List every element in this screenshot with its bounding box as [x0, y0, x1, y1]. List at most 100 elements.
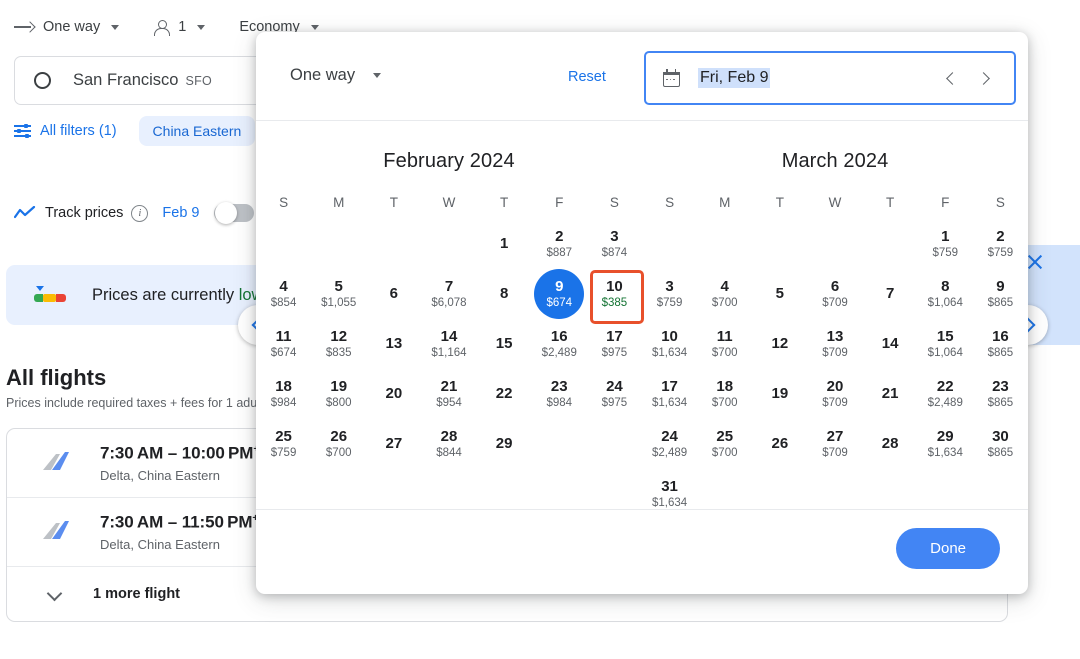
day-cell[interactable]: 22 $2,489: [918, 369, 973, 419]
day-cell[interactable]: 12: [752, 319, 807, 369]
day-cell[interactable]: 26 $700: [311, 419, 366, 469]
track-prices-toggle[interactable]: [213, 202, 254, 224]
day-cell[interactable]: 13: [366, 319, 421, 369]
weekday-header: SMTWTFS: [642, 195, 1028, 210]
day-cell[interactable]: 1: [477, 219, 532, 269]
day-number: 22: [495, 385, 513, 403]
day-cell[interactable]: 20: [366, 369, 421, 419]
weekday-label: T: [886, 195, 895, 210]
day-price: $1,634: [927, 446, 963, 459]
day-cell[interactable]: 15: [477, 319, 532, 369]
origin-circle-icon: [34, 72, 51, 89]
close-icon[interactable]: [1026, 253, 1044, 271]
day-number: 20: [826, 377, 844, 395]
day-cell[interactable]: 5 $1,055: [311, 269, 366, 319]
day-cell[interactable]: 2 $887: [532, 219, 587, 269]
day-number: 28: [440, 427, 458, 445]
calendar-month-march: March 2024 SMTWTFS 1 $759 2 $759 3 $759 4 $700 5…: [642, 120, 1028, 519]
day-cell[interactable]: 27 $709: [807, 419, 862, 469]
next-day-button[interactable]: [968, 61, 1002, 95]
day-cell[interactable]: 29 $1,634: [918, 419, 973, 469]
track-prices-date: Feb 9: [162, 205, 200, 221]
day-cell[interactable]: 11 $674: [256, 319, 311, 369]
trip-type-selector[interactable]: One way: [14, 19, 120, 35]
day-cell[interactable]: 14: [863, 319, 918, 369]
dialog-trip-type-selector[interactable]: One way: [290, 66, 382, 85]
day-cell[interactable]: 7: [863, 269, 918, 319]
day-cell[interactable]: 20 $709: [807, 369, 862, 419]
passenger-selector[interactable]: 1: [153, 19, 206, 36]
day-cell[interactable]: 18 $700: [697, 369, 752, 419]
day-number: 19: [771, 385, 789, 403]
price-gauge-icon: [34, 286, 68, 303]
day-price: $865: [987, 446, 1014, 459]
day-cell[interactable]: 14 $1,164: [421, 319, 476, 369]
day-number: 20: [385, 385, 403, 403]
day-number: 8: [941, 277, 950, 295]
day-cell[interactable]: 6: [366, 269, 421, 319]
chevron-down-icon: [373, 73, 382, 78]
day-cell[interactable]: 11 $700: [697, 319, 752, 369]
day-cell-selected[interactable]: 9 $674: [532, 269, 587, 319]
day-cell[interactable]: 17 $1,634: [642, 369, 697, 419]
day-cell[interactable]: 30 $865: [973, 419, 1028, 469]
day-number: 27: [826, 427, 844, 445]
day-cell[interactable]: 4 $700: [697, 269, 752, 319]
day-cell[interactable]: 17 $975: [587, 319, 642, 369]
day-cell[interactable]: 23 $984: [532, 369, 587, 419]
day-cell[interactable]: 19: [752, 369, 807, 419]
day-cell[interactable]: 3 $874: [587, 219, 642, 269]
day-cell[interactable]: 15 $1,064: [918, 319, 973, 369]
day-price: $2,489: [541, 346, 577, 359]
day-cell[interactable]: 3 $759: [642, 269, 697, 319]
day-number: 17: [606, 327, 623, 345]
done-button[interactable]: Done: [896, 528, 1000, 569]
day-cell[interactable]: 8: [477, 269, 532, 319]
reset-button[interactable]: Reset: [568, 69, 606, 85]
day-cell[interactable]: 7 $6,078: [421, 269, 476, 319]
day-cell[interactable]: 22: [477, 369, 532, 419]
day-number: 4: [720, 277, 729, 295]
one-way-arrow-icon: [14, 20, 36, 34]
weekday-label: S: [609, 195, 619, 210]
day-cell[interactable]: 21 $954: [421, 369, 476, 419]
day-cell[interactable]: 29: [477, 419, 532, 469]
day-cell[interactable]: 5: [752, 269, 807, 319]
day-cell[interactable]: 18 $984: [256, 369, 311, 419]
day-price: $887: [546, 246, 573, 259]
day-cell[interactable]: 23 $865: [973, 369, 1028, 419]
day-number: 16: [992, 327, 1009, 345]
filter-chip-airline[interactable]: China Eastern: [138, 116, 256, 146]
day-cell[interactable]: 16 $2,489: [532, 319, 587, 369]
day-cell[interactable]: 25 $759: [256, 419, 311, 469]
day-cell[interactable]: 25 $700: [697, 419, 752, 469]
date-picker-footer: Done: [256, 509, 1028, 594]
day-cell[interactable]: 10 $1,634: [642, 319, 697, 369]
day-cell[interactable]: 13 $709: [807, 319, 862, 369]
day-cell[interactable]: 16 $865: [973, 319, 1028, 369]
day-number: 10: [606, 277, 623, 295]
day-cell[interactable]: 26: [752, 419, 807, 469]
day-cell-highlighted[interactable]: 10 $385: [587, 269, 645, 324]
day-cell[interactable]: 27: [366, 419, 421, 469]
day-cell[interactable]: 1 $759: [918, 219, 973, 269]
day-cell[interactable]: 6 $709: [807, 269, 862, 319]
day-cell[interactable]: 24 $2,489: [642, 419, 697, 469]
all-filters-button[interactable]: All filters (1): [14, 123, 117, 139]
day-cell[interactable]: 24 $975: [587, 369, 642, 419]
chevron-down-icon: [111, 24, 120, 30]
day-cell[interactable]: 19 $800: [311, 369, 366, 419]
day-cell[interactable]: 21: [863, 369, 918, 419]
day-cell[interactable]: 28 $844: [421, 419, 476, 469]
day-cell[interactable]: 12 $835: [311, 319, 366, 369]
info-icon[interactable]: i: [131, 204, 149, 222]
day-cell[interactable]: 8 $1,064: [918, 269, 973, 319]
day-cell[interactable]: 4 $854: [256, 269, 311, 319]
day-cell[interactable]: 9 $865: [973, 269, 1028, 319]
departure-date-input[interactable]: Fri, Feb 9: [644, 51, 1016, 105]
previous-day-button[interactable]: [934, 61, 968, 95]
day-cell[interactable]: 28: [863, 419, 918, 469]
day-price: $700: [711, 396, 738, 409]
day-price: $984: [270, 396, 297, 409]
day-cell[interactable]: 2 $759: [973, 219, 1028, 269]
